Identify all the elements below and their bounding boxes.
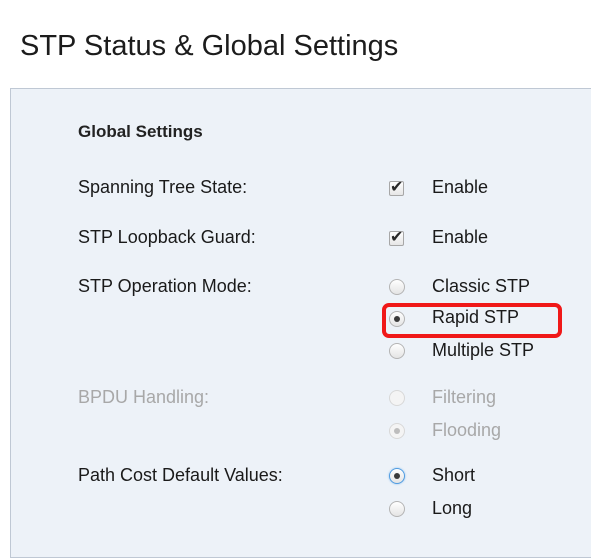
stp-loopback-guard-label: STP Loopback Guard: [78,227,256,247]
radio-flooding[interactable] [389,423,405,439]
classic-stp-label: Classic STP [432,276,531,296]
spanning-tree-state-enable-label: Enable [432,177,489,197]
stp-loopback-guard-checkbox[interactable]: ✔ [389,227,404,246]
radio-short[interactable] [389,468,405,484]
spanning-tree-state-label: Spanning Tree State: [78,177,248,197]
radio-multiple-stp[interactable] [389,343,405,359]
stp-operation-mode-label: STP Operation Mode: [78,276,252,296]
radio-filtering[interactable] [389,390,405,406]
rapid-stp-highlight [382,303,562,338]
checkmark-icon: ✔ [390,177,404,196]
long-label: Long [432,498,473,518]
page-title: STP Status & Global Settings [20,30,399,62]
bpdu-handling-label: BPDU Handling: [78,387,210,407]
spanning-tree-state-checkbox[interactable]: ✔ [389,177,404,196]
filtering-label: Filtering [432,387,497,407]
multiple-stp-label: Multiple STP [432,340,535,360]
flooding-label: Flooding [432,420,502,440]
section-title-global-settings: Global Settings [78,122,203,141]
stp-loopback-guard-enable-label: Enable [432,227,489,247]
radio-classic-stp[interactable] [389,279,405,295]
path-cost-default-values-label: Path Cost Default Values: [78,465,283,485]
checkmark-icon: ✔ [390,227,404,246]
short-label: Short [432,465,476,485]
radio-long[interactable] [389,501,405,517]
